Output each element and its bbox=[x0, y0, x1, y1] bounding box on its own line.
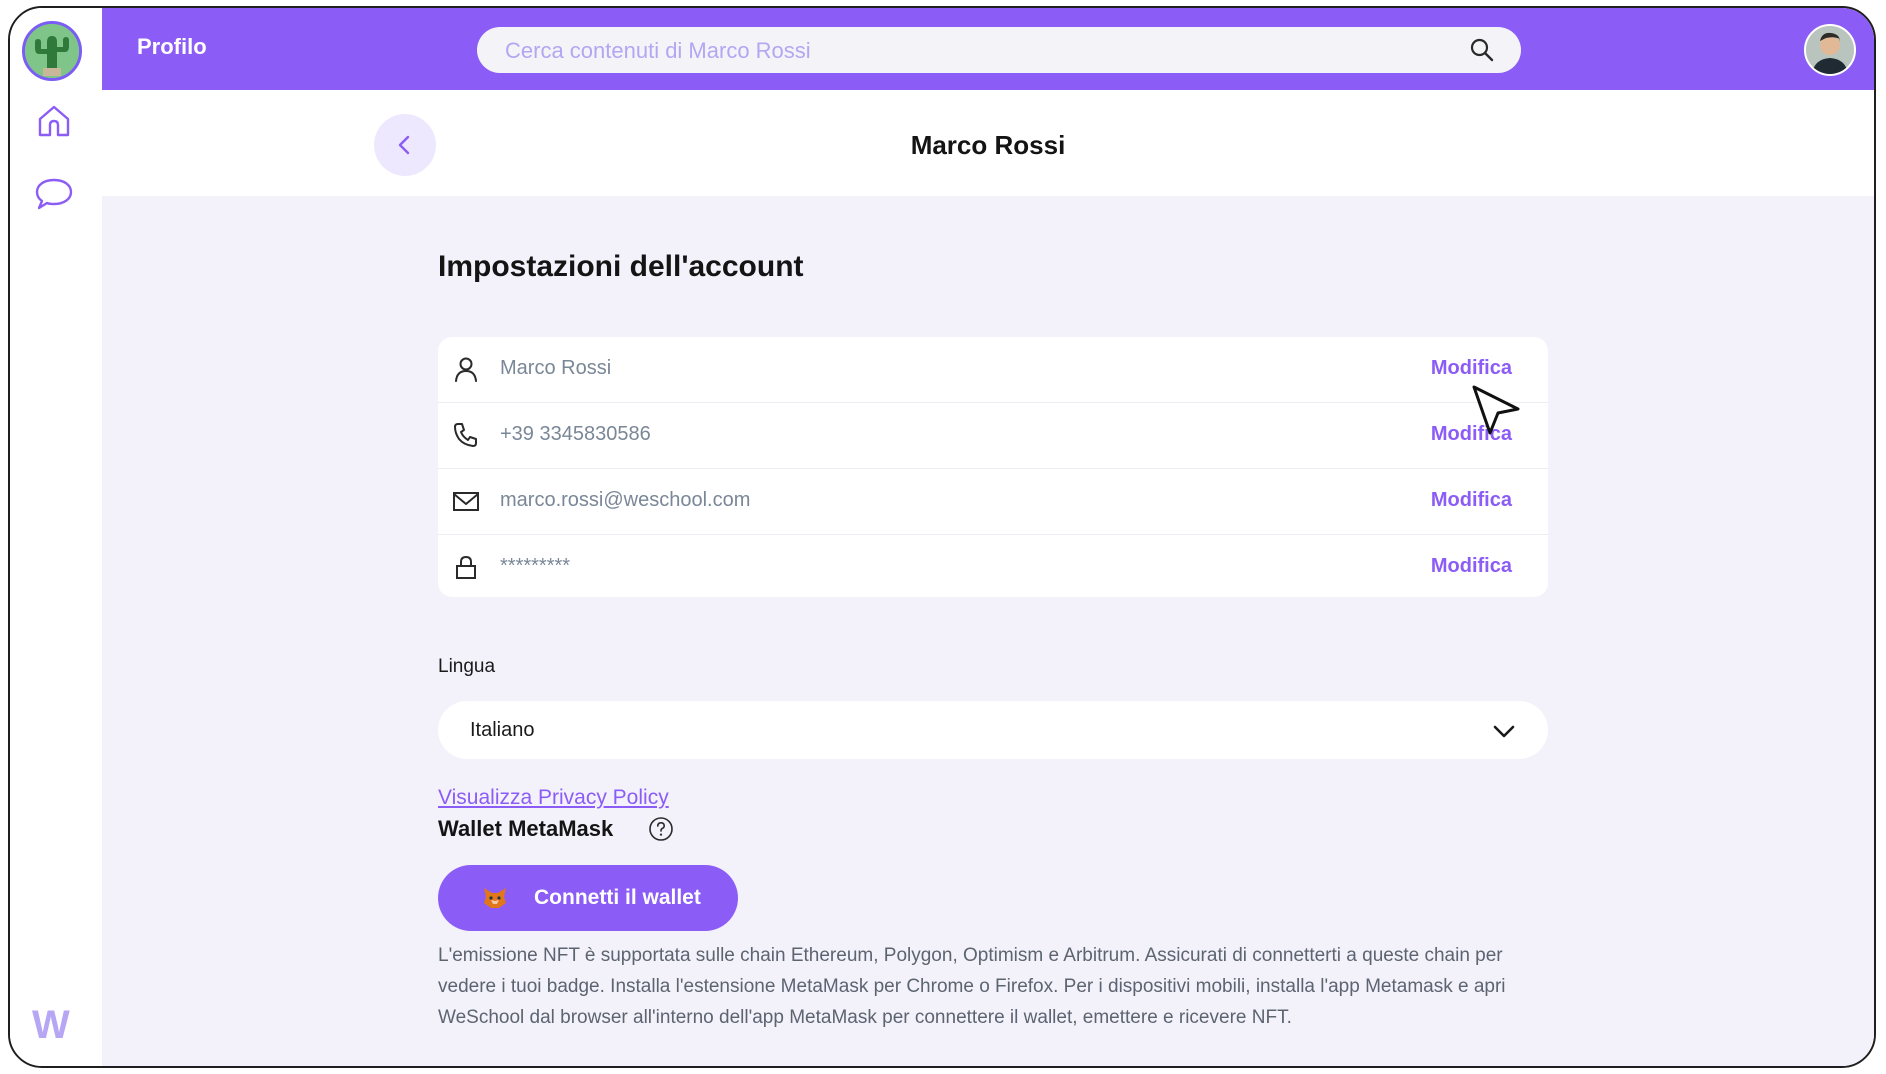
cactus-icon bbox=[25, 24, 79, 78]
user-avatar[interactable] bbox=[1804, 24, 1856, 76]
wallet-info-text: L'emissione NFT è supportata sulle chain… bbox=[438, 945, 1506, 1028]
account-email-value: marco.rossi@weschool.com bbox=[500, 489, 751, 511]
help-icon[interactable] bbox=[648, 816, 674, 842]
mail-icon bbox=[453, 492, 479, 511]
mouse-cursor-icon bbox=[1472, 385, 1520, 435]
account-card: Marco Rossi Modifica +39 3345830586 Modi… bbox=[438, 337, 1548, 597]
connect-wallet-button[interactable]: Connetti il wallet bbox=[438, 865, 738, 931]
language-select[interactable]: Italiano bbox=[438, 701, 1548, 759]
group-avatar[interactable] bbox=[22, 21, 82, 81]
weschool-logo[interactable]: W bbox=[32, 1003, 70, 1048]
edit-name-button[interactable]: Modifica bbox=[1431, 357, 1512, 380]
sidebar: W bbox=[10, 8, 103, 1066]
page-title: Marco Rossi bbox=[910, 130, 1066, 160]
phone-icon bbox=[454, 423, 477, 447]
section-title: Impostazioni dell'account bbox=[438, 250, 804, 283]
account-row-phone: +39 3345830586 Modifica bbox=[438, 403, 1548, 469]
account-row-name: Marco Rossi Modifica bbox=[438, 337, 1548, 403]
language-label: Lingua bbox=[438, 656, 496, 677]
connect-wallet-label: Connetti il wallet bbox=[534, 886, 701, 909]
settings-content: Impostazioni dell'account Marco Rossi Mo… bbox=[102, 196, 1874, 1066]
chat-icon[interactable] bbox=[34, 174, 74, 214]
account-name-value: Marco Rossi bbox=[500, 357, 612, 379]
wallet-title: Wallet MetaMask bbox=[438, 816, 614, 841]
search-box[interactable] bbox=[477, 27, 1521, 75]
language-selected-value: Italiano bbox=[470, 719, 535, 741]
privacy-policy-link[interactable]: Visualizza Privacy Policy bbox=[438, 786, 669, 810]
chevron-down-icon bbox=[1493, 725, 1515, 738]
top-bar: Profilo bbox=[102, 8, 1874, 90]
search-input[interactable] bbox=[503, 27, 1447, 75]
app-window: W Profilo Marco Rossi bbox=[8, 6, 1876, 1068]
account-password-value: ********* bbox=[500, 555, 571, 577]
home-icon[interactable] bbox=[34, 101, 74, 141]
top-bar-title: Profilo bbox=[137, 34, 207, 59]
edit-email-button[interactable]: Modifica bbox=[1431, 489, 1512, 512]
account-phone-value: +39 3345830586 bbox=[500, 423, 651, 445]
page-header: Marco Rossi bbox=[102, 90, 1874, 196]
user-icon bbox=[455, 357, 477, 382]
account-row-password: ********* Modifica bbox=[438, 535, 1548, 597]
edit-password-button[interactable]: Modifica bbox=[1431, 555, 1512, 578]
lock-icon bbox=[456, 555, 476, 579]
account-row-email: marco.rossi@weschool.com Modifica bbox=[438, 469, 1548, 535]
search-icon[interactable] bbox=[1469, 37, 1495, 63]
metamask-fox-icon bbox=[484, 888, 506, 908]
